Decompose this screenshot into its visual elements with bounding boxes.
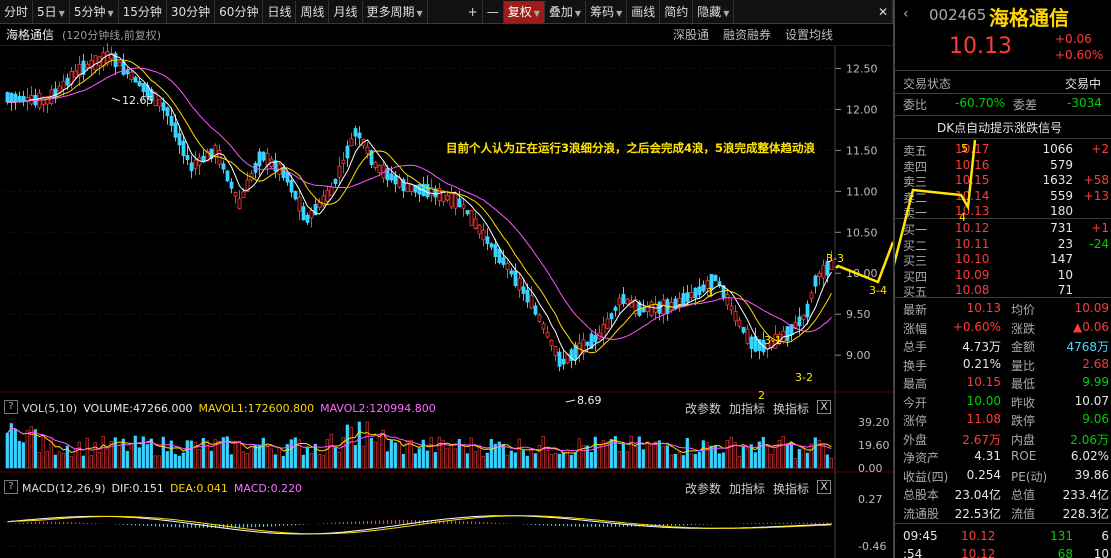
- toolbar-item-label: 月线: [333, 4, 358, 19]
- toolbar-item-label: 30分钟: [170, 4, 211, 19]
- toolbar-item-2[interactable]: 5分钟 ▼: [70, 0, 119, 23]
- toolbar-item-label: 筹码: [590, 4, 615, 19]
- macd-axis-label: -0.46: [858, 540, 886, 553]
- app-window: 分时 5日 ▼ 5分钟 ▼ 15分钟 30分钟 60分钟 日线 周线 月线 更多周期 ▼ + — 复权 ▼ 叠加 ▼…: [0, 0, 1111, 558]
- quote-panel: ‹ 002465 海格通信 10.13 +0.06 +0.60% 交易状态 交易…: [893, 0, 1111, 558]
- macd-close-button[interactable]: X: [817, 480, 832, 494]
- toolbar-item-15[interactable]: 画线: [627, 0, 661, 23]
- toolbar-item-label: 分时: [4, 4, 29, 19]
- wave-label-5: 5: [961, 142, 968, 155]
- volume-axis-label: 0.00: [858, 462, 883, 475]
- toolbar-item-5[interactable]: 60分钟: [215, 0, 264, 23]
- macd-help-button[interactable]: ?: [4, 480, 18, 494]
- toolbar-item-label: 日线: [267, 4, 292, 19]
- toolbar-item-0[interactable]: 分时: [0, 0, 34, 23]
- toolbar-item-label: 周线: [300, 4, 325, 19]
- toolbar-item-11[interactable]: —: [483, 0, 504, 23]
- dropdown-arrow-icon: ▼: [533, 8, 540, 18]
- toolbar-item-label: 60分钟: [219, 4, 259, 19]
- toolbar-item-8[interactable]: 月线: [329, 0, 363, 23]
- chart-area: 海格通信 (120分钟线,前复权) 深股通 融资融券 设置均线 12.50 12.00…: [0, 24, 893, 558]
- toolbar-item-7[interactable]: 周线: [296, 0, 330, 23]
- dea-value: DEA:0.041: [169, 481, 228, 495]
- analysis-annotation: 目前个人认为正在运行3浪细分浪，之后会完成4浪，5浪完成整体趋动浪: [446, 141, 816, 155]
- wave-label-3-4: 3-4: [869, 284, 887, 297]
- price-axis-label: 12.50: [846, 62, 878, 75]
- toolbar-item-17[interactable]: 隐藏 ▼: [693, 0, 735, 23]
- wave-label-4: 4: [959, 211, 966, 224]
- toolbar-item-16[interactable]: 简约: [660, 0, 694, 23]
- toolbar-item-label: +: [467, 4, 478, 19]
- volume-axis-label: 19.60: [858, 439, 890, 452]
- toolbar-item-13[interactable]: 叠加 ▼: [545, 0, 587, 23]
- wave-label-1: 1: [707, 286, 714, 299]
- price-axis-label: 11.00: [846, 185, 878, 198]
- price-axis-label: 10.50: [846, 226, 878, 239]
- toolbar-item-label: 画线: [631, 4, 656, 19]
- price-axis-label: 10.00: [846, 267, 878, 280]
- volume-value: VOLUME:47266.000: [83, 401, 193, 415]
- price-axis-label: 9.50: [846, 308, 871, 321]
- volume-help-button[interactable]: ?: [4, 400, 18, 414]
- volume-controls: 改参数 加指标 换指标 X: [685, 400, 832, 417]
- volume-close-button[interactable]: X: [817, 400, 832, 414]
- toolbar-item-3[interactable]: 15分钟: [119, 0, 167, 23]
- toolbar-item-14[interactable]: 筹码 ▼: [586, 0, 628, 23]
- dropdown-arrow-icon: ▼: [616, 8, 623, 18]
- volume-header: VOL(5,10) VOLUME:47266.000 MAVOL1:172600…: [22, 399, 442, 417]
- macd-action-2[interactable]: 换指标: [773, 480, 809, 497]
- wave-projection-overlay: 3-5 4 5: [895, 139, 977, 266]
- toolbar-item-1[interactable]: 5日 ▼: [33, 0, 70, 23]
- kline-chart[interactable]: 12.5012.0011.5011.0010.5010.009.509.0012…: [0, 24, 893, 558]
- toolbar-item-label: 5分钟: [73, 4, 106, 19]
- toolbar-item-label: —: [486, 4, 499, 19]
- price-axis-label: 12.00: [846, 103, 878, 116]
- toolbar-close-button[interactable]: ✕: [874, 0, 893, 23]
- dropdown-arrow-icon: ▼: [723, 8, 730, 18]
- volume-action-0[interactable]: 改参数: [685, 400, 721, 417]
- toolbar-item-4[interactable]: 30分钟: [167, 0, 216, 23]
- toolbar-item-label: 15分钟: [122, 4, 162, 19]
- toolbar-item-label: 更多周期: [366, 4, 415, 19]
- wave-label-3-3: 3-3: [826, 252, 844, 265]
- high-price-label: 12.65: [122, 94, 154, 107]
- toolbar-item-label: 复权: [507, 4, 532, 19]
- macd-controls: 改参数 加指标 换指标 X: [685, 480, 832, 497]
- chart-toolbar: 分时 5日 ▼ 5分钟 ▼ 15分钟 30分钟 60分钟 日线 周线 月线 更多周期 ▼ + — 复权 ▼ 叠加 ▼…: [0, 0, 893, 24]
- toolbar-item-label: 简约: [664, 4, 689, 19]
- toolbar-item-label: 5日: [37, 4, 57, 19]
- price-axis-label: 9.00: [846, 349, 871, 362]
- toolbar-item-9[interactable]: 更多周期 ▼: [363, 0, 428, 23]
- volume-title: VOL(5,10): [22, 401, 78, 415]
- macd-axis-label: 0.27: [858, 493, 883, 506]
- wave-label-3-1: 3-1: [764, 334, 782, 347]
- dropdown-arrow-icon: ▼: [416, 8, 423, 18]
- wave-label-3-2: 3-2: [795, 371, 813, 384]
- dropdown-arrow-icon: ▼: [58, 8, 65, 18]
- toolbar-item-6[interactable]: 日线: [263, 0, 297, 23]
- volume-action-1[interactable]: 加指标: [729, 400, 765, 417]
- dropdown-arrow-icon: ▼: [107, 8, 114, 18]
- toolbar-item-label: 叠加: [548, 4, 573, 19]
- macd-title: MACD(12,26,9): [22, 481, 106, 495]
- mavol1-value: MAVOL1:172600.800: [198, 401, 315, 415]
- toolbar-item-10[interactable]: +: [464, 0, 483, 23]
- toolbar-item-12[interactable]: 复权 ▼: [503, 0, 545, 23]
- dif-value: DIF:0.151: [111, 481, 164, 495]
- mavol2-value: MAVOL2:120994.800: [320, 401, 436, 415]
- volume-axis-label: 39.20: [858, 416, 890, 429]
- volume-action-2[interactable]: 换指标: [773, 400, 809, 417]
- low-price-label: 8.69: [577, 394, 602, 407]
- macd-action-0[interactable]: 改参数: [685, 480, 721, 497]
- macd-value: MACD:0.220: [233, 481, 303, 495]
- price-axis-label: 11.50: [846, 144, 878, 157]
- macd-action-1[interactable]: 加指标: [729, 480, 765, 497]
- dropdown-arrow-icon: ▼: [574, 8, 582, 18]
- macd-header: MACD(12,26,9) DIF:0.151 DEA:0.041 MACD:0…: [22, 479, 308, 497]
- toolbar-item-label: 隐藏: [697, 4, 722, 19]
